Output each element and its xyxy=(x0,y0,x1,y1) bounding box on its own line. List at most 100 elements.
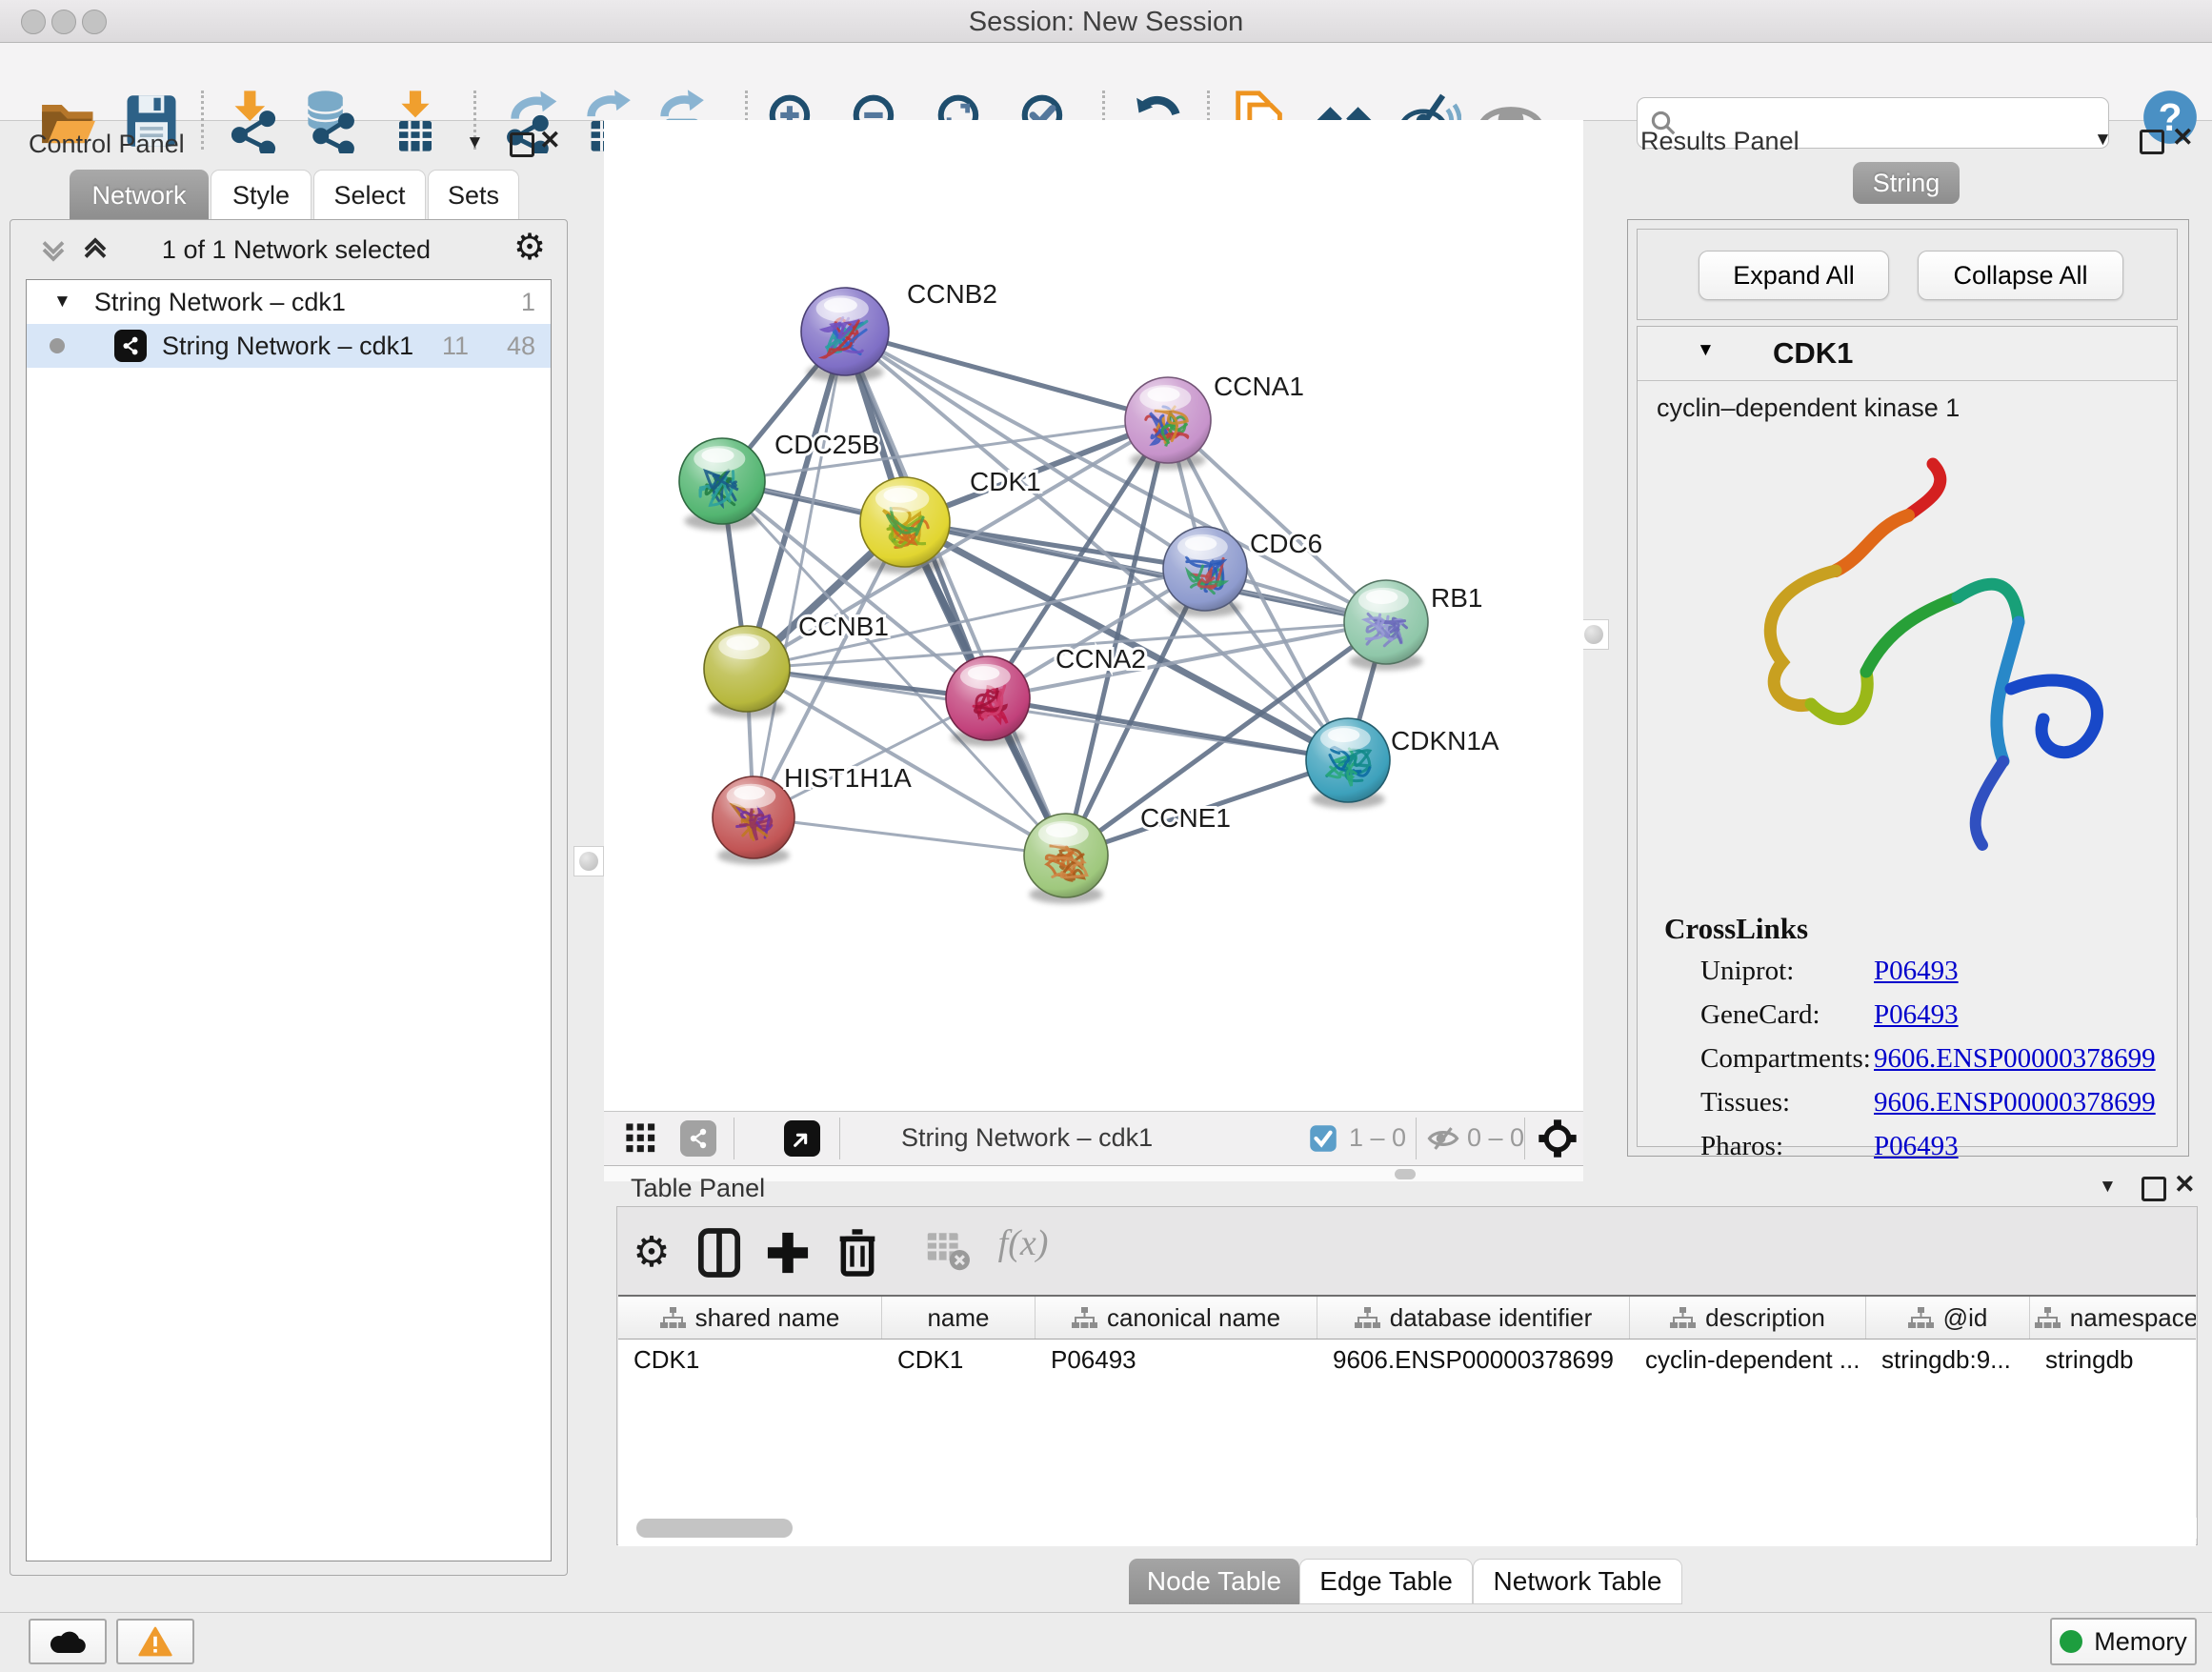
column-header-shared-name[interactable]: shared name xyxy=(618,1297,882,1339)
gene-section-header[interactable]: ▼ CDK1 xyxy=(1638,327,2177,381)
scrollbar-thumb[interactable] xyxy=(636,1519,793,1538)
tab-node-table[interactable]: Node Table xyxy=(1129,1559,1299,1604)
table-panel-title: Table Panel xyxy=(631,1174,765,1203)
crosslinks-heading: CrossLinks xyxy=(1664,912,1808,946)
network-canvas[interactable]: CCNB2CCNA1CDC25BCDK1CDC6RB1CCNB1CCNA2CDK… xyxy=(604,120,1583,1111)
crosslink-link[interactable]: P06493 xyxy=(1874,1131,1959,1162)
network-current-dot-icon xyxy=(50,338,65,353)
svg-text:CDC25B: CDC25B xyxy=(774,430,879,459)
import-network-file-icon[interactable] xyxy=(221,89,286,153)
horizontal-splitter-handle[interactable] xyxy=(1395,1169,1416,1179)
memory-button[interactable]: Memory xyxy=(2050,1618,2197,1665)
network-collection-row[interactable]: ▼ String Network – cdk1 1 xyxy=(27,280,551,324)
column-type-icon xyxy=(1908,1306,1934,1329)
table-cell[interactable]: stringdb xyxy=(2030,1340,2196,1380)
column-header-database-identifier[interactable]: database identifier xyxy=(1317,1297,1630,1339)
collapse-all-button[interactable]: Collapse All xyxy=(1918,251,2123,300)
column-header-description[interactable]: description xyxy=(1630,1297,1866,1339)
results-panel-menu-icon[interactable]: ▼ xyxy=(2094,130,2112,151)
left-splitter-handle[interactable] xyxy=(573,846,604,876)
table-row[interactable]: CDK1CDK1P064939606.ENSP00000378699cyclin… xyxy=(618,1340,2196,1380)
collection-caret-icon[interactable]: ▼ xyxy=(53,292,71,312)
column-label: shared name xyxy=(695,1303,840,1333)
view-network-title: String Network – cdk1 xyxy=(901,1123,1153,1153)
import-network-database-icon[interactable] xyxy=(295,89,360,153)
table-panel-float-icon[interactable] xyxy=(2142,1177,2166,1201)
column-header-@id[interactable]: @id xyxy=(1866,1297,2030,1339)
string-view-icon[interactable] xyxy=(680,1120,716,1157)
network-selection-status: 1 of 1 Network selected xyxy=(125,235,468,265)
column-label: canonical name xyxy=(1107,1303,1280,1333)
gene-caret-icon[interactable]: ▼ xyxy=(1697,340,1715,361)
tab-sets[interactable]: Sets xyxy=(428,170,519,221)
string-network-icon xyxy=(114,330,147,362)
table-panel-close-icon[interactable]: ✕ xyxy=(2174,1170,2196,1199)
results-panel-close-icon[interactable]: ✕ xyxy=(2172,123,2194,152)
results-panel-float-icon[interactable] xyxy=(2140,130,2164,154)
table-horizontal-scrollbar[interactable] xyxy=(619,1518,2197,1539)
node-table: shared name name canonical name database id… xyxy=(618,1295,2196,1546)
crosslink-link[interactable]: P06493 xyxy=(1874,999,1959,1031)
birdseye-view-icon[interactable] xyxy=(784,1120,820,1157)
grid-view-icon[interactable] xyxy=(625,1122,657,1155)
add-column-icon[interactable] xyxy=(766,1228,819,1281)
column-header-namespace[interactable]: namespace xyxy=(2030,1297,2196,1339)
hidden-count: 0 – 0 xyxy=(1467,1123,1524,1153)
collection-count: 1 xyxy=(521,288,535,317)
selected-checkbox-icon[interactable] xyxy=(1309,1124,1337,1153)
table-cell[interactable]: CDK1 xyxy=(882,1340,1036,1380)
network-options-gear-icon[interactable]: ⚙ xyxy=(513,226,546,269)
results-panel-title: Results Panel xyxy=(1640,127,1800,156)
network-node-count: 11 xyxy=(442,332,469,361)
table-cell[interactable]: stringdb:9... xyxy=(1866,1340,2030,1380)
column-type-icon xyxy=(1072,1306,1097,1329)
fit-selection-crosshair-icon[interactable] xyxy=(1538,1118,1578,1158)
svg-text:CDC6: CDC6 xyxy=(1250,529,1322,558)
control-panel-float-icon[interactable] xyxy=(510,132,534,157)
column-label: namespace xyxy=(2070,1303,2196,1333)
table-options-gear-icon[interactable]: ⚙ xyxy=(633,1228,670,1281)
tab-string[interactable]: String xyxy=(1853,162,1960,204)
column-header-name[interactable]: name xyxy=(882,1297,1036,1339)
column-type-icon xyxy=(1355,1306,1380,1329)
title-bar: Session: New Session xyxy=(0,0,2212,43)
network-edge-count: 48 xyxy=(507,332,535,361)
table-cell[interactable]: CDK1 xyxy=(618,1340,882,1380)
expand-all-networks-icon[interactable] xyxy=(81,235,110,264)
gene-description: cyclin–dependent kinase 1 xyxy=(1657,393,1960,423)
control-panel-menu-icon[interactable]: ▼ xyxy=(466,132,484,153)
warning-button[interactable] xyxy=(116,1619,194,1664)
hidden-eye-icon[interactable] xyxy=(1427,1124,1459,1153)
svg-text:RB1: RB1 xyxy=(1431,583,1482,613)
tab-network[interactable]: Network xyxy=(70,170,209,221)
column-label: @id xyxy=(1943,1303,1988,1333)
collapse-all-networks-icon[interactable] xyxy=(39,235,68,264)
cloud-button[interactable] xyxy=(29,1619,107,1664)
table-header-row[interactable]: shared name name canonical name database id… xyxy=(618,1297,2196,1340)
delete-column-icon[interactable] xyxy=(836,1228,890,1281)
column-header-canonical-name[interactable]: canonical name xyxy=(1036,1297,1317,1339)
svg-text:CDKN1A: CDKN1A xyxy=(1391,726,1499,755)
crosslink-link[interactable]: 9606.ENSP00000378699 xyxy=(1874,1087,2156,1118)
network-graph[interactable]: CCNB2CCNA1CDC25BCDK1CDC6RB1CCNB1CCNA2CDK… xyxy=(604,120,1583,1111)
delete-table-icon xyxy=(926,1228,979,1281)
network-row[interactable]: String Network – cdk1 11 48 xyxy=(27,324,551,368)
table-panel-menu-icon[interactable]: ▼ xyxy=(2099,1177,2117,1198)
gene-name: CDK1 xyxy=(1773,336,1853,371)
control-panel-close-icon[interactable]: ✕ xyxy=(539,126,561,155)
memory-label: Memory xyxy=(2094,1627,2187,1657)
tab-edge-table[interactable]: Edge Table xyxy=(1299,1559,1473,1604)
expand-all-button[interactable]: Expand All xyxy=(1699,251,1889,300)
tab-style[interactable]: Style xyxy=(211,170,312,221)
svg-text:CCNA1: CCNA1 xyxy=(1214,372,1304,401)
table-cell[interactable]: cyclin-dependent ... xyxy=(1630,1340,1866,1380)
column-label: description xyxy=(1705,1303,1825,1333)
show-columns-icon[interactable] xyxy=(697,1228,751,1281)
tab-select[interactable]: Select xyxy=(313,170,426,221)
table-cell[interactable]: P06493 xyxy=(1036,1340,1317,1380)
tab-network-table[interactable]: Network Table xyxy=(1473,1559,1682,1604)
crosslink-link[interactable]: 9606.ENSP00000378699 xyxy=(1874,1043,2156,1075)
import-table-icon[interactable] xyxy=(383,89,448,153)
crosslink-link[interactable]: P06493 xyxy=(1874,956,1959,987)
table-cell[interactable]: 9606.ENSP00000378699 xyxy=(1317,1340,1630,1380)
